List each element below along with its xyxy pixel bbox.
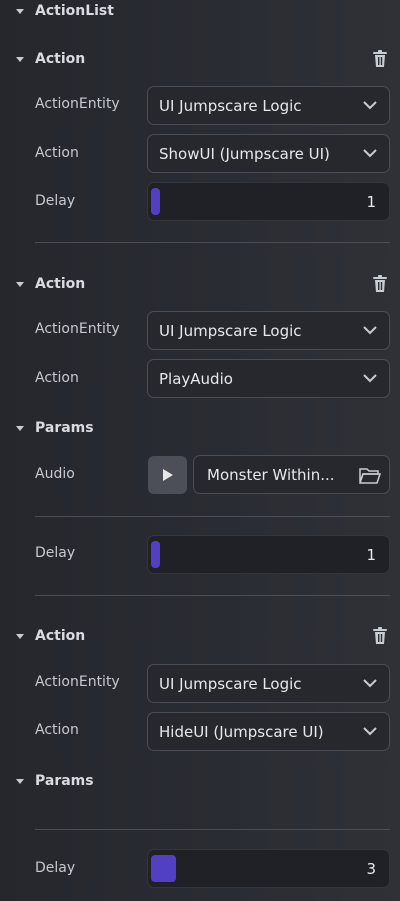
delay-slider[interactable]: 3 [147, 849, 390, 888]
caret-down-icon[interactable] [16, 8, 24, 14]
play-button[interactable] [148, 456, 187, 494]
chevron-down-icon [363, 679, 377, 688]
caret-down-icon[interactable] [16, 281, 24, 287]
delay-label: Delay [35, 860, 76, 876]
audio-label: Audio [35, 466, 75, 482]
caret-down-icon[interactable] [16, 425, 24, 431]
action-entity-label: ActionEntity [35, 321, 120, 337]
divider [35, 829, 390, 830]
delay-value: 1 [366, 545, 376, 564]
audio-field[interactable]: Monster Within... [193, 455, 390, 494]
delay-slider[interactable]: 1 [147, 182, 390, 221]
divider [35, 242, 390, 243]
actionlist-title: ActionList [35, 3, 114, 19]
action-entity-value: UI Jumpscare Logic [159, 96, 302, 115]
action-3-header[interactable]: Action [0, 624, 400, 648]
delay-slider-fill[interactable] [151, 855, 176, 882]
delay-label: Delay [35, 545, 76, 561]
action-value: HideUI (Jumpscare UI) [159, 722, 324, 741]
trash-icon[interactable] [372, 50, 388, 68]
action-dropdown[interactable]: HideUI (Jumpscare UI) [147, 712, 390, 751]
divider [35, 516, 390, 517]
action-entity-label: ActionEntity [35, 674, 120, 690]
chevron-down-icon [363, 727, 377, 736]
action-entity-value: UI Jumpscare Logic [159, 674, 302, 693]
action-value: ShowUI (Jumpscare UI) [159, 144, 330, 163]
action-title: Action [35, 51, 86, 67]
action-value: PlayAudio [159, 369, 233, 388]
action-label: Action [35, 145, 79, 161]
delay-value: 1 [366, 192, 376, 211]
chevron-down-icon [363, 101, 377, 110]
trash-icon[interactable] [372, 627, 388, 645]
divider [35, 595, 390, 596]
params-title: Params [35, 773, 94, 789]
chevron-down-icon [363, 374, 377, 383]
action-entity-label: ActionEntity [35, 96, 120, 112]
params-title: Params [35, 420, 94, 436]
action-entity-dropdown[interactable]: UI Jumpscare Logic [147, 664, 390, 703]
caret-down-icon[interactable] [16, 633, 24, 639]
delay-value: 3 [366, 859, 376, 878]
chevron-down-icon [363, 149, 377, 158]
action-title: Action [35, 276, 86, 292]
caret-down-icon[interactable] [16, 56, 24, 62]
audio-value: Monster Within... [207, 465, 335, 484]
action-dropdown[interactable]: PlayAudio [147, 359, 390, 398]
chevron-down-icon [363, 326, 377, 335]
params-header[interactable]: Params [0, 416, 94, 440]
trash-icon[interactable] [372, 275, 388, 293]
action-entity-value: UI Jumpscare Logic [159, 321, 302, 340]
action-title: Action [35, 628, 86, 644]
delay-label: Delay [35, 193, 76, 209]
action-entity-dropdown[interactable]: UI Jumpscare Logic [147, 311, 390, 350]
delay-slider-fill[interactable] [151, 541, 160, 568]
action-label: Action [35, 370, 79, 386]
delay-slider-fill[interactable] [151, 188, 160, 215]
action-2-header[interactable]: Action [0, 272, 400, 296]
folder-icon[interactable] [359, 467, 381, 484]
action-label: Action [35, 722, 79, 738]
delay-slider[interactable]: 1 [147, 535, 390, 574]
action-dropdown[interactable]: ShowUI (Jumpscare UI) [147, 134, 390, 173]
play-icon [162, 469, 173, 481]
action-entity-dropdown[interactable]: UI Jumpscare Logic [147, 86, 390, 125]
params-header[interactable]: Params [0, 769, 94, 793]
caret-down-icon[interactable] [16, 778, 24, 784]
actionlist-header[interactable]: ActionList [0, 0, 114, 22]
action-1-header[interactable]: Action [0, 47, 400, 71]
